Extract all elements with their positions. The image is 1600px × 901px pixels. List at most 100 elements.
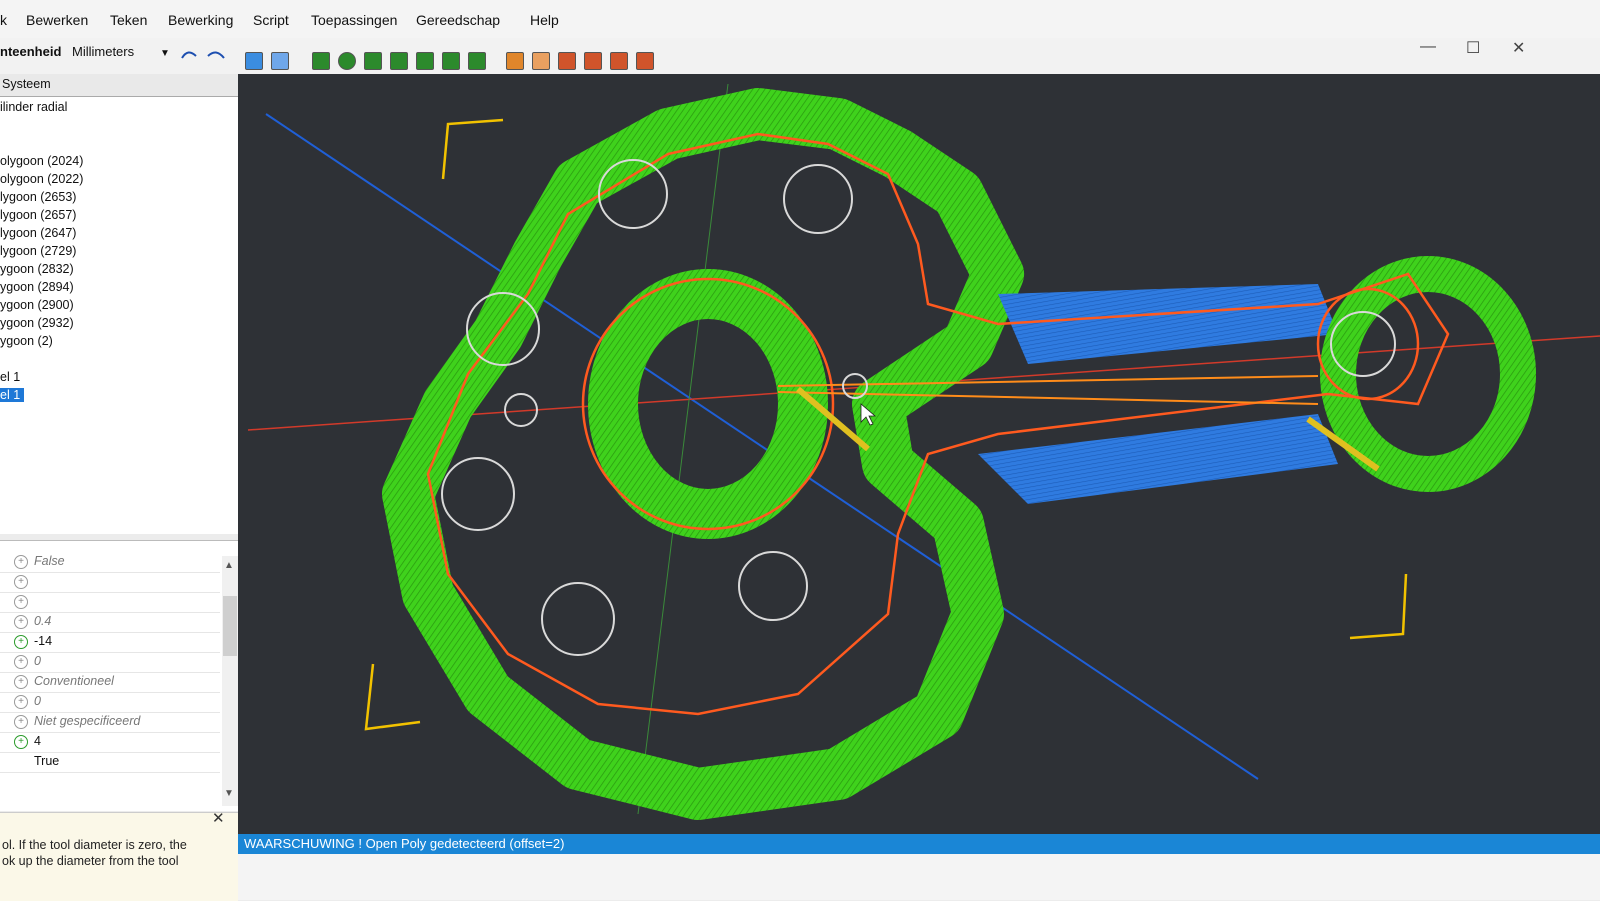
- property-row[interactable]: + False: [0, 552, 220, 573]
- tree-item[interactable]: ygoon (2932): [0, 316, 74, 330]
- tree-item[interactable]: lygoon (2653): [0, 190, 76, 204]
- property-value: 4: [34, 734, 41, 748]
- tree-tabbar: Systeem: [0, 74, 256, 97]
- drill-icon[interactable]: [558, 52, 576, 70]
- property-toggle-icon[interactable]: +: [14, 555, 28, 569]
- tree-item[interactable]: ygoon (2832): [0, 262, 74, 276]
- hole-circle: [738, 551, 808, 621]
- property-value: 0.4: [34, 614, 52, 628]
- help-close-button[interactable]: ✕: [212, 811, 225, 827]
- property-row[interactable]: +: [0, 572, 220, 593]
- center-hub-toolpath: [588, 269, 828, 539]
- 3d-model-icon[interactable]: [468, 52, 486, 70]
- maximize-button[interactable]: ☐: [1466, 38, 1480, 58]
- gear-outer-toolpath: [382, 88, 1024, 820]
- undo-icon[interactable]: [181, 51, 197, 59]
- menu-bewerking[interactable]: Bewerking: [168, 12, 233, 28]
- property-row[interactable]: + Niet gespecificeerd: [0, 712, 220, 733]
- toolpath-canvas[interactable]: [238, 74, 1600, 834]
- property-row[interactable]: +0.4: [0, 612, 220, 633]
- property-toggle-icon[interactable]: +: [14, 575, 28, 589]
- grid-icon[interactable]: [271, 52, 289, 70]
- rectangle-icon[interactable]: [390, 52, 408, 70]
- property-toggle-icon[interactable]: +: [14, 675, 28, 689]
- cam-viewport[interactable]: [238, 74, 1600, 834]
- property-toggle-icon[interactable]: +: [14, 715, 28, 729]
- tree-item[interactable]: ygoon (2894): [0, 280, 74, 294]
- tree-item[interactable]: el 1: [0, 370, 20, 384]
- grid-snap-icon[interactable]: [245, 52, 263, 70]
- tree-item-selected[interactable]: el 1: [0, 388, 25, 402]
- close-window-button[interactable]: ✕: [1512, 38, 1525, 58]
- hole-circle: [441, 457, 515, 531]
- import-icon[interactable]: [442, 52, 460, 70]
- menu-script[interactable]: Script: [253, 12, 289, 28]
- status-message: WAARSCHUWING ! Open Poly gedetecteerd (o…: [244, 836, 565, 851]
- gcode-icon[interactable]: [636, 52, 654, 70]
- pocket-icon[interactable]: [506, 52, 524, 70]
- property-row[interactable]: +4: [0, 732, 220, 753]
- menu-bewerken[interactable]: Bewerken: [26, 12, 88, 28]
- property-toggle-icon[interactable]: +: [14, 595, 28, 609]
- tree-item[interactable]: lygoon (2647): [0, 226, 76, 240]
- tree-item[interactable]: ygoon (2): [0, 334, 53, 348]
- bracket-bottom-left: [364, 663, 421, 731]
- bottom-area: [238, 854, 1600, 900]
- menu-teken[interactable]: Teken: [110, 12, 147, 28]
- property-row[interactable]: + Conventioneel: [0, 672, 220, 693]
- profile-icon[interactable]: [532, 52, 550, 70]
- property-value: -14: [34, 634, 53, 648]
- tree-item[interactable]: ilinder radial: [0, 100, 67, 114]
- undo-redo-group: [181, 51, 225, 59]
- help-panel: ✕ ol. If the tool diameter is zero, the …: [0, 811, 238, 901]
- property-toggle-icon[interactable]: +: [14, 655, 28, 669]
- scroll-up-icon[interactable]: ▲: [224, 560, 234, 571]
- minimize-button[interactable]: —: [1420, 38, 1436, 56]
- property-row[interactable]: +0: [0, 692, 220, 713]
- property-value: Niet gespecificeerd: [34, 714, 141, 728]
- properties-scrollbar[interactable]: ▲ ▼: [222, 556, 238, 806]
- menu-help[interactable]: Help: [530, 12, 559, 28]
- property-row[interactable]: +0: [0, 652, 220, 673]
- points-icon[interactable]: [364, 52, 382, 70]
- menu-gereedschap[interactable]: Gereedschap: [416, 12, 500, 28]
- vcarve-icon[interactable]: [610, 52, 628, 70]
- property-row[interactable]: + -14: [0, 632, 220, 653]
- redo-icon[interactable]: [207, 51, 225, 59]
- engrave-icon[interactable]: [584, 52, 602, 70]
- bracket-bottom-right: [1349, 573, 1408, 640]
- tab-systeem[interactable]: Systeem: [2, 77, 51, 91]
- property-value: False: [34, 554, 65, 568]
- scroll-thumb[interactable]: [223, 596, 237, 656]
- tree-item[interactable]: olygoon (2022): [0, 172, 83, 186]
- tree-item[interactable]: lygoon (2729): [0, 244, 76, 258]
- circle-icon[interactable]: [338, 52, 356, 70]
- hole-circle: [541, 582, 615, 656]
- hole-circle: [783, 164, 853, 234]
- property-toggle-icon[interactable]: +: [14, 635, 28, 649]
- menu-file[interactable]: k: [0, 12, 7, 28]
- tree-item[interactable]: ygoon (2900): [0, 298, 74, 312]
- property-value: Conventioneel: [34, 674, 114, 688]
- property-row[interactable]: True: [0, 752, 220, 773]
- tree-item[interactable]: lygoon (2657): [0, 208, 76, 222]
- property-value: 0: [34, 694, 41, 708]
- scroll-down-icon[interactable]: ▼: [224, 788, 234, 799]
- unit-select[interactable]: Millimeters: [72, 44, 134, 59]
- menu-toepassingen[interactable]: Toepassingen: [311, 12, 397, 28]
- unit-dropdown-chevron-icon[interactable]: ▼: [160, 48, 170, 59]
- arm-upper-toolpath: [998, 284, 1338, 364]
- help-text-line: ol. If the tool diameter is zero, the: [2, 838, 187, 852]
- axis-green: [637, 83, 729, 815]
- property-toggle-icon[interactable]: +: [14, 735, 28, 749]
- text-icon[interactable]: [416, 52, 434, 70]
- tree-item[interactable]: olygoon (2024): [0, 154, 83, 168]
- menu-bar: k Bewerken Teken Bewerking Script Toepas…: [0, 0, 1600, 38]
- toolbar: [0, 38, 1600, 74]
- help-text-line: ok up the diameter from the tool: [2, 854, 179, 868]
- property-toggle-icon[interactable]: +: [14, 615, 28, 629]
- property-row[interactable]: +: [0, 592, 220, 613]
- polyline-icon[interactable]: [312, 52, 330, 70]
- open-poly-line: [777, 375, 1319, 387]
- property-toggle-icon[interactable]: +: [14, 695, 28, 709]
